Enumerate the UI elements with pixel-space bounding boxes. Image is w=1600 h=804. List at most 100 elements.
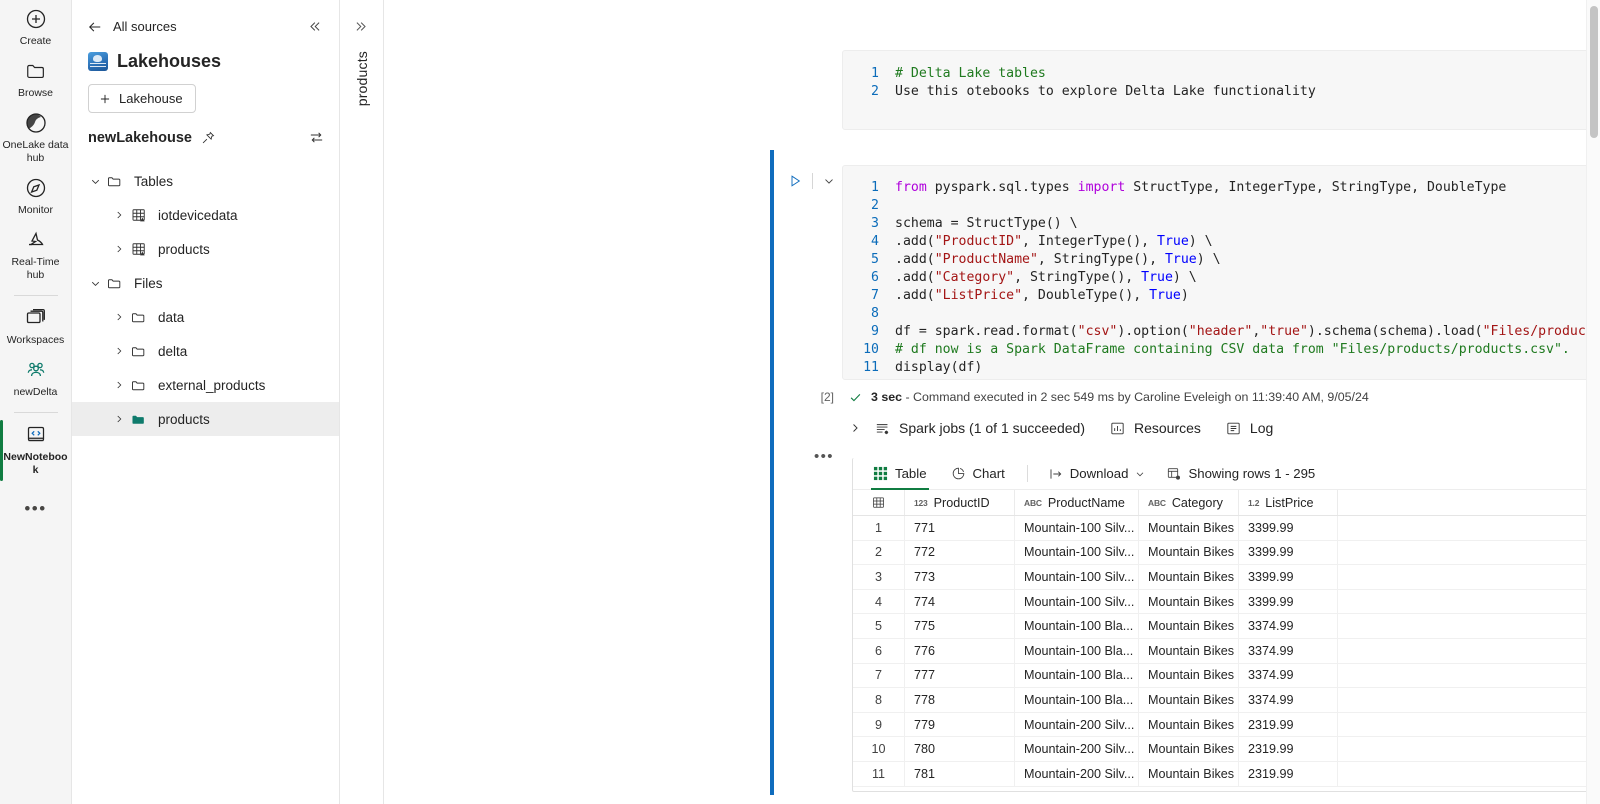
scrollbar-thumb[interactable]	[1590, 6, 1598, 138]
cell-listprice[interactable]: 2319.99	[1239, 761, 1338, 786]
markdown-cell[interactable]: 1 # Delta Lake tables 2 Use this otebook…	[842, 50, 1600, 130]
rail-item-newnotebook[interactable]: NewNotebook	[0, 418, 72, 483]
run-cell-button[interactable]	[784, 170, 806, 192]
log-button[interactable]: Log	[1225, 420, 1273, 437]
cell-productname[interactable]: Mountain-100 Silv...	[1015, 565, 1139, 589]
table-header-listprice[interactable]: 1.2 ListPrice	[1239, 490, 1338, 515]
rail-item-create[interactable]: Create	[0, 2, 72, 54]
rail-item-onelake-data-hub[interactable]: OneLake data hub	[0, 106, 72, 171]
chevron-double-right-icon[interactable]	[353, 18, 370, 35]
cell-listprice[interactable]: 3374.99	[1239, 638, 1338, 663]
cell-rownum[interactable]: 3	[853, 565, 905, 589]
cell-category[interactable]: Mountain Bikes	[1139, 737, 1239, 761]
table-row[interactable]: 4 774 Mountain-100 Silv... Mountain Bikes 33…	[853, 589, 1600, 615]
cell-productid[interactable]: 774	[905, 589, 1015, 614]
cell-productid[interactable]: 772	[905, 540, 1015, 565]
cell-category[interactable]: Mountain Bikes	[1139, 712, 1239, 737]
notebook-vertical-scrollbar[interactable]	[1586, 0, 1600, 804]
cell-rownum[interactable]: 5	[853, 614, 905, 638]
cell-productname[interactable]: Mountain-200 Silv...	[1015, 737, 1139, 761]
cell-rownum[interactable]: 2	[853, 540, 905, 565]
add-lakehouse-button[interactable]: Lakehouse	[88, 84, 196, 113]
tab-chart[interactable]: Chart	[941, 458, 1015, 489]
tree-item-external-products[interactable]: external_products	[72, 368, 339, 402]
tree-item-products-table[interactable]: products	[72, 232, 339, 266]
showing-rows-info[interactable]: Showing rows 1 - 295	[1158, 462, 1323, 486]
table-row[interactable]: 9 779 Mountain-200 Silv... Mountain Bikes 23…	[853, 712, 1600, 738]
chevron-right-icon[interactable]	[108, 209, 130, 221]
cell-listprice[interactable]: 3374.99	[1239, 614, 1338, 638]
table-row[interactable]: 6 776 Mountain-100 Bla... Mountain Bikes 337…	[853, 638, 1600, 664]
chevron-down-icon[interactable]	[84, 175, 106, 188]
table-header-productid[interactable]: 123 ProductID	[905, 490, 1015, 515]
cell-category[interactable]: Mountain Bikes	[1139, 565, 1239, 589]
spark-jobs-button[interactable]: Spark jobs (1 of 1 succeeded)	[874, 420, 1085, 437]
table-row[interactable]: 5 775 Mountain-100 Bla... Mountain Bikes 337…	[853, 614, 1600, 639]
tree-item-data[interactable]: data	[72, 300, 339, 334]
cell-productid[interactable]: 779	[905, 712, 1015, 737]
cell-listprice[interactable]: 3399.99	[1239, 540, 1338, 565]
cell-productid[interactable]: 780	[905, 737, 1015, 761]
table-row[interactable]: 1 771 Mountain-100 Silv... Mountain Bikes 33…	[853, 516, 1600, 541]
cell-productid[interactable]: 773	[905, 565, 1015, 589]
table-row[interactable]: 8 778 Mountain-100 Bla... Mountain Bikes 337…	[853, 688, 1600, 713]
chevron-right-icon[interactable]	[108, 243, 130, 255]
table-header-rownum[interactable]	[853, 490, 905, 515]
cell-listprice[interactable]: 3374.99	[1239, 663, 1338, 688]
tree-item-iotdevicedata[interactable]: iotdevicedata	[72, 198, 339, 232]
rail-item-monitor[interactable]: Monitor	[0, 171, 72, 223]
code-cell[interactable]: 1 from pyspark.sql.types import StructTyp…	[842, 165, 1600, 380]
chevron-double-left-icon[interactable]	[304, 16, 325, 37]
swap-icon[interactable]	[308, 129, 325, 146]
cell-productname[interactable]: Mountain-200 Silv...	[1015, 761, 1139, 786]
rail-item-browse[interactable]: Browse	[0, 54, 72, 106]
cell-category[interactable]: Mountain Bikes	[1139, 663, 1239, 688]
table-row[interactable]: 11 781 Mountain-200 Silv... Mountain Bikes 2…	[853, 761, 1600, 787]
cell-category[interactable]: Mountain Bikes	[1139, 638, 1239, 663]
all-sources-back-button[interactable]: All sources	[86, 18, 304, 36]
table-row[interactable]: 10 780 Mountain-200 Silv... Mountain Bikes 2…	[853, 737, 1600, 762]
cell-rownum[interactable]: 6	[853, 638, 905, 663]
tree-item-tables[interactable]: Tables	[72, 164, 339, 198]
cell-productname[interactable]: Mountain-100 Bla...	[1015, 688, 1139, 712]
cell-productname[interactable]: Mountain-100 Silv...	[1015, 516, 1139, 540]
cell-listprice[interactable]: 3399.99	[1239, 589, 1338, 614]
cell-productname[interactable]: Mountain-100 Bla...	[1015, 663, 1139, 688]
cell-category[interactable]: Mountain Bikes	[1139, 516, 1239, 540]
pin-icon[interactable]	[200, 130, 216, 146]
cell-category[interactable]: Mountain Bikes	[1139, 540, 1239, 565]
table-header-category[interactable]: ABC Category	[1139, 490, 1239, 515]
cell-listprice[interactable]: 3399.99	[1239, 565, 1338, 589]
chevron-right-icon[interactable]	[108, 311, 130, 323]
cell-productname[interactable]: Mountain-200 Silv...	[1015, 712, 1139, 737]
cell-productid[interactable]: 778	[905, 688, 1015, 712]
resources-button[interactable]: Resources	[1109, 420, 1201, 437]
cell-rownum[interactable]: 4	[853, 589, 905, 614]
cell-rownum[interactable]: 8	[853, 688, 905, 712]
cell-productname[interactable]: Mountain-100 Bla...	[1015, 614, 1139, 638]
cell-side-more-button[interactable]: •••	[814, 448, 834, 465]
cell-productid[interactable]: 776	[905, 638, 1015, 663]
tree-item-delta[interactable]: delta	[72, 334, 339, 368]
cell-listprice[interactable]: 3399.99	[1239, 516, 1338, 540]
cell-rownum[interactable]: 11	[853, 761, 905, 786]
cell-productid[interactable]: 775	[905, 614, 1015, 638]
tree-item-products-folder[interactable]: products	[72, 402, 339, 436]
cell-listprice[interactable]: 2319.99	[1239, 737, 1338, 761]
cell-listprice[interactable]: 3374.99	[1239, 688, 1338, 712]
rail-item-workspaces[interactable]: Workspaces	[0, 301, 72, 353]
chevron-down-icon[interactable]	[84, 277, 106, 290]
cell-rownum[interactable]: 10	[853, 737, 905, 761]
cell-productid[interactable]: 771	[905, 516, 1015, 540]
side-tab-label-products[interactable]: products	[354, 51, 370, 106]
table-row[interactable]: 7 777 Mountain-100 Bla... Mountain Bikes 337…	[853, 663, 1600, 689]
download-button[interactable]: Download	[1040, 462, 1155, 486]
run-options-button[interactable]	[819, 170, 839, 192]
cell-listprice[interactable]: 2319.99	[1239, 712, 1338, 737]
table-row[interactable]: 3 773 Mountain-100 Silv... Mountain Bikes 33…	[853, 565, 1600, 590]
cell-category[interactable]: Mountain Bikes	[1139, 688, 1239, 712]
rail-more-button[interactable]: •••	[24, 499, 46, 519]
cell-rownum[interactable]: 1	[853, 516, 905, 540]
table-row[interactable]: 2 772 Mountain-100 Silv... Mountain Bikes 33…	[853, 540, 1600, 566]
cell-productname[interactable]: Mountain-100 Silv...	[1015, 540, 1139, 565]
